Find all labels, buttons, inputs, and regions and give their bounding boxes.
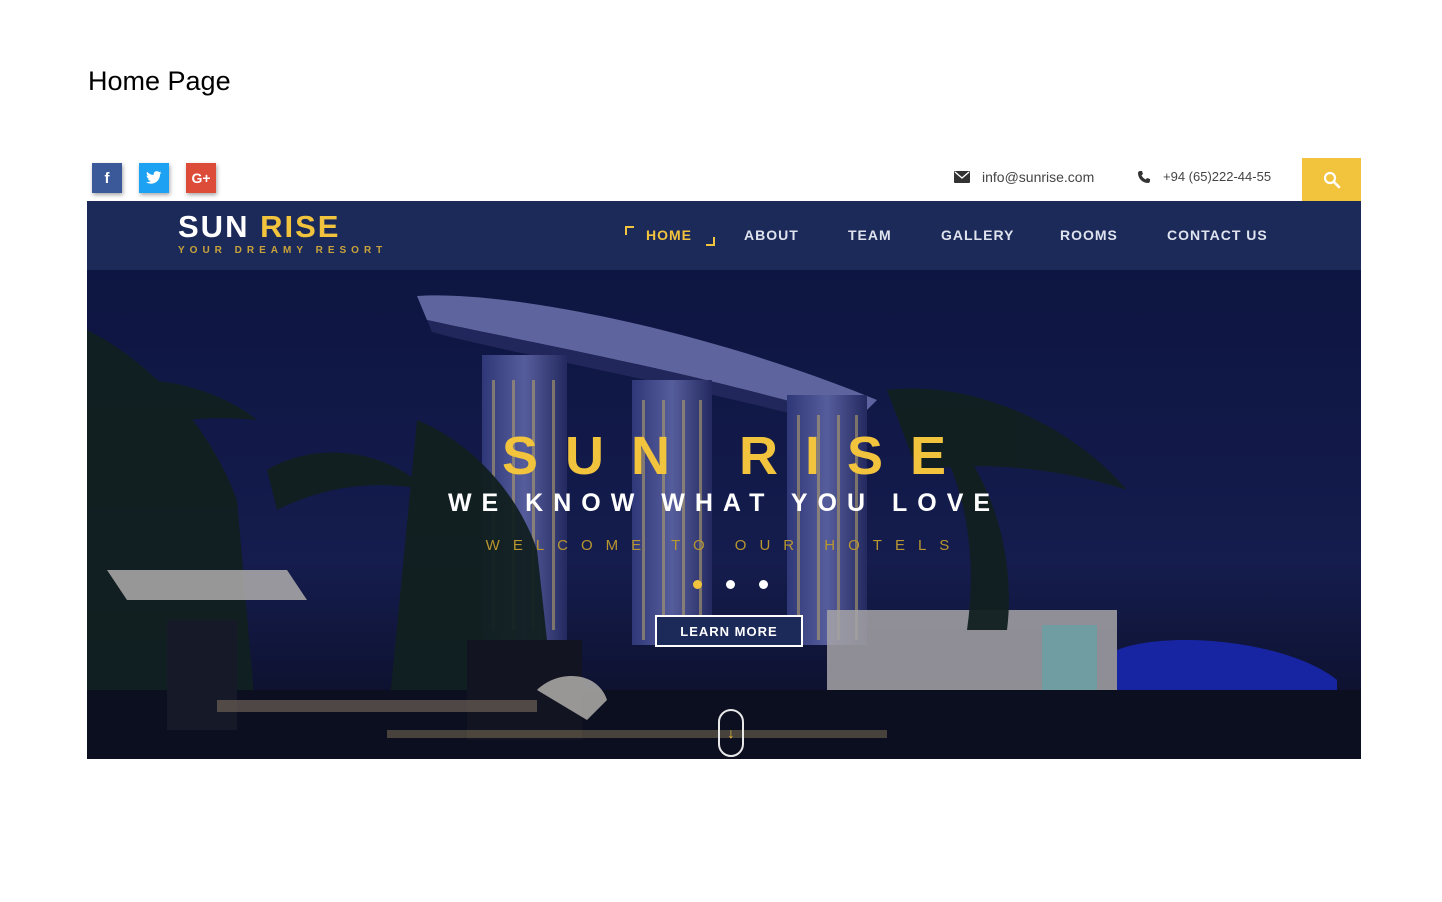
logo-rise: RISE [260, 209, 341, 244]
contact-phone[interactable]: +94 (65)222-44-55 [1137, 169, 1271, 184]
nav-gallery[interactable]: GALLERY [941, 227, 1014, 243]
hero-subtitle: WE KNOW WHAT YOU LOVE [447, 489, 1001, 517]
logo-sun: SUN [178, 209, 250, 244]
nav-about[interactable]: ABOUT [744, 227, 799, 243]
twitter-bird-icon [146, 171, 162, 184]
nav-home[interactable]: HOME [646, 227, 692, 243]
slider-dots [693, 580, 768, 589]
contact-email[interactable]: info@sunrise.com [954, 169, 1094, 185]
website-screenshot: f G+ info@sunrise.com +94 (65)222-44-55 [87, 158, 1361, 759]
email-text: info@sunrise.com [982, 169, 1095, 185]
slider-dot-3[interactable] [759, 580, 768, 589]
phone-text: +94 (65)222-44-55 [1163, 169, 1272, 184]
twitter-icon[interactable] [139, 163, 169, 193]
hero-slider: SUN RISE WE KNOW WHAT YOU LOVE WELCOME T… [87, 270, 1361, 759]
page-title: Home Page [88, 66, 231, 96]
facebook-icon[interactable]: f [92, 163, 122, 193]
nav-contact-us[interactable]: CONTACT US [1167, 227, 1268, 243]
search-icon [1323, 171, 1340, 188]
logo[interactable]: SUN RISE [178, 209, 340, 245]
scroll-down-indicator[interactable]: ↓ [718, 709, 744, 757]
envelope-icon [954, 171, 970, 183]
top-utility-bar: f G+ info@sunrise.com +94 (65)222-44-55 [87, 158, 1361, 201]
google-plus-icon[interactable]: G+ [186, 163, 216, 193]
nav-team[interactable]: TEAM [848, 227, 892, 243]
main-navigation: SUN RISE YOUR DREAMY RESORT HOME ABOUT T… [87, 201, 1361, 270]
arrow-down-icon: ↓ [727, 725, 735, 741]
nav-rooms[interactable]: ROOMS [1060, 227, 1118, 243]
active-bracket-top-left [625, 226, 634, 235]
hero-title: SUN RISE [501, 426, 974, 486]
logo-tagline: YOUR DREAMY RESORT [178, 245, 388, 256]
active-bracket-bottom-right [706, 237, 715, 246]
search-button[interactable] [1302, 158, 1361, 201]
learn-more-button[interactable]: LEARN MORE [655, 615, 803, 647]
phone-icon [1138, 170, 1150, 183]
slider-dot-1[interactable] [693, 580, 702, 589]
hero-welcome-text: WELCOME TO OUR HOTELS [485, 537, 963, 554]
slider-dot-2[interactable] [726, 580, 735, 589]
